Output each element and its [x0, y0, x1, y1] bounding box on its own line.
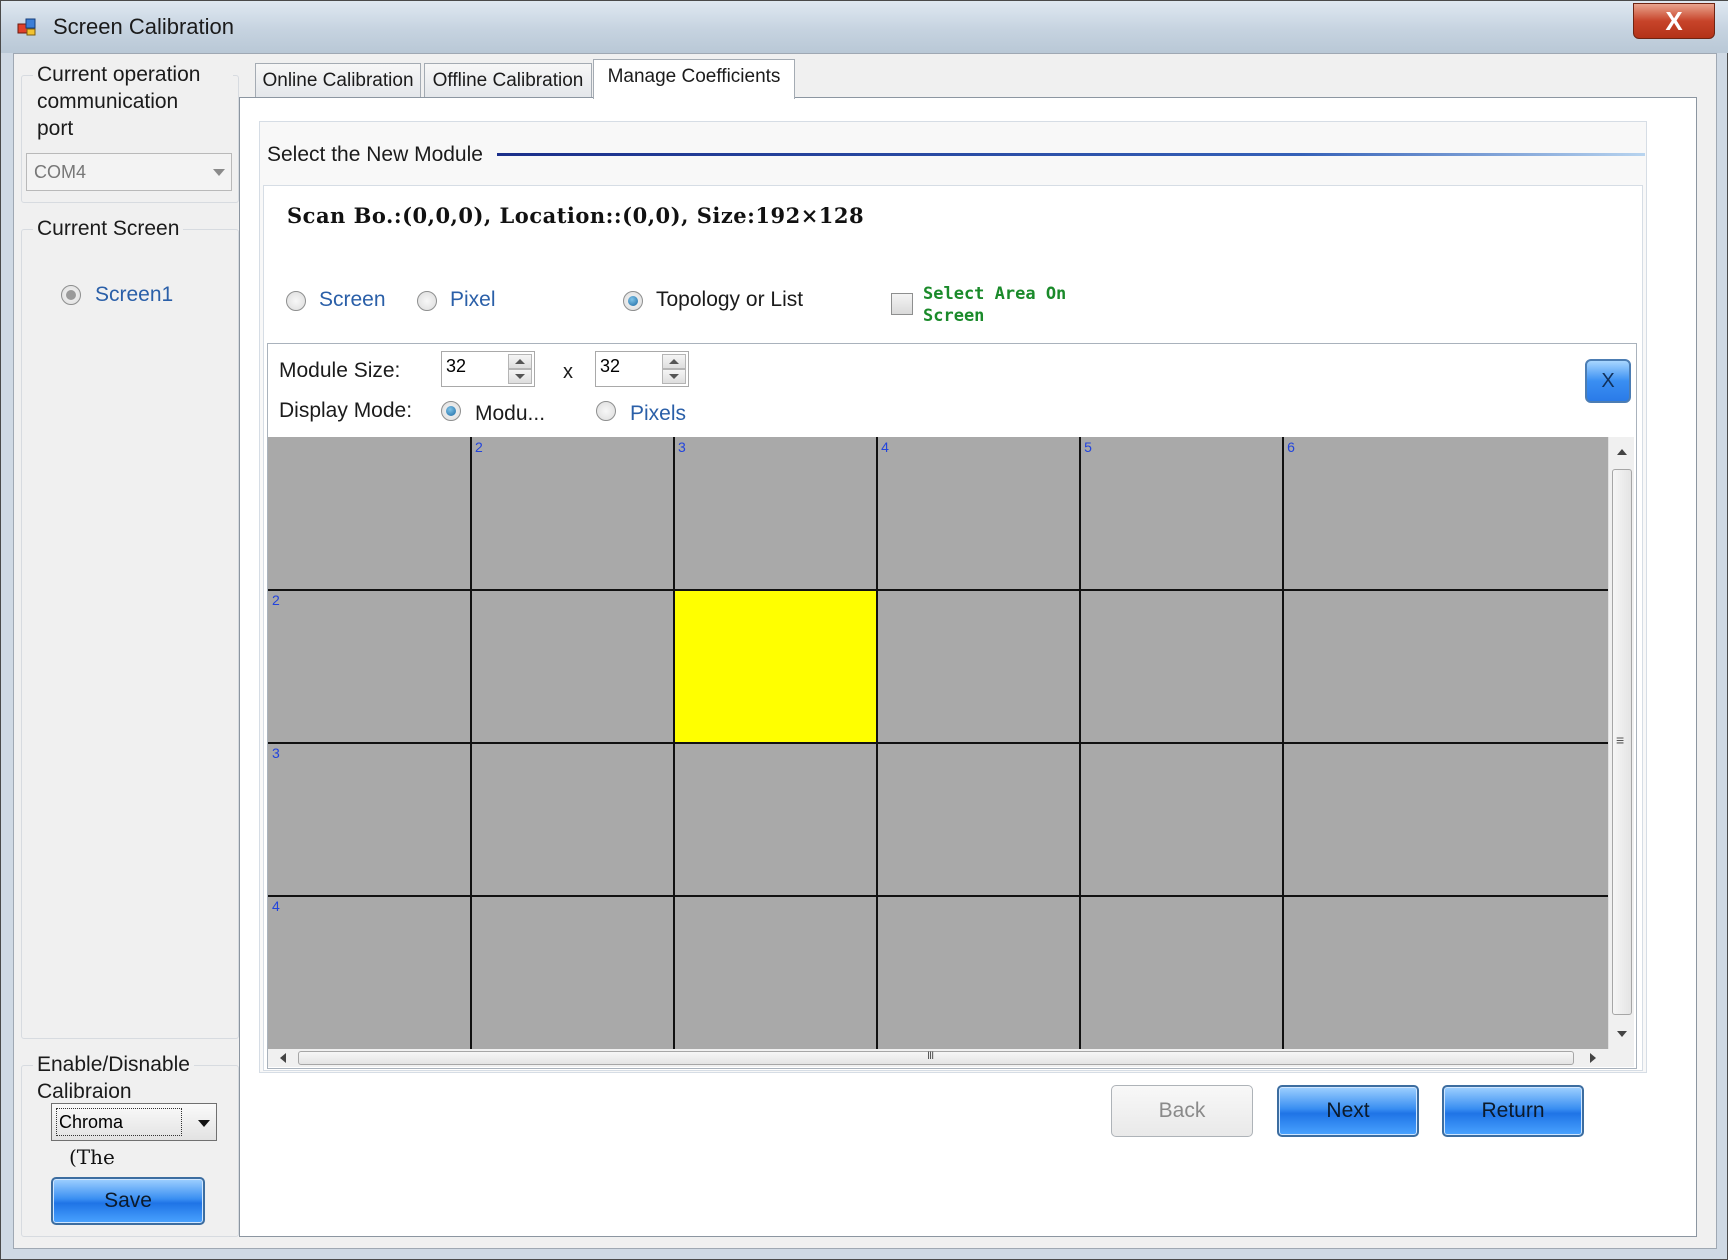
- screen-group-label: Current Screen: [33, 215, 184, 242]
- horizontal-grip-icon: III: [927, 1050, 934, 1062]
- scroll-left-icon[interactable]: [280, 1053, 286, 1063]
- grid-row-line: [268, 895, 1608, 897]
- module-info-text: Scan Bo.:(0,0,0), Location::(0,0), Size:…: [287, 203, 865, 228]
- calibration-group-label: Enable/Disnable Calibraion: [33, 1051, 194, 1105]
- pixels-mode-label[interactable]: Pixels: [630, 401, 686, 427]
- port-select-value: COM4: [34, 162, 87, 182]
- column-number: 5: [1084, 439, 1092, 455]
- screen1-radio[interactable]: [61, 285, 81, 305]
- horizontal-scroll-thumb[interactable]: III: [298, 1050, 1574, 1065]
- grid-row-line: [268, 589, 1608, 591]
- pixels-mode-radio[interactable]: [596, 401, 616, 421]
- module-mode-radio[interactable]: [441, 401, 461, 421]
- close-grid-button[interactable]: X: [1585, 359, 1631, 403]
- selected-module-cell[interactable]: [674, 590, 878, 743]
- screen1-label[interactable]: Screen1: [95, 282, 173, 308]
- module-width-value: 32: [446, 356, 467, 376]
- module-height-stepper[interactable]: 32: [595, 351, 689, 387]
- display-mode-label: Display Mode:: [279, 399, 413, 422]
- topology-option-label[interactable]: Topology or List: [656, 287, 803, 313]
- section-title: Select the New Module: [267, 143, 483, 166]
- port-group-label: Current operation communication port: [33, 61, 233, 142]
- times-label: x: [563, 361, 573, 383]
- next-button[interactable]: Next: [1277, 1085, 1419, 1137]
- scroll-up-icon[interactable]: [1617, 449, 1627, 455]
- title-bar[interactable]: Screen Calibration X: [1, 1, 1728, 53]
- back-button[interactable]: Back: [1111, 1085, 1253, 1137]
- topology-option-radio[interactable]: [623, 291, 643, 311]
- grid-row-line: [268, 742, 1608, 744]
- chevron-down-icon: [213, 169, 225, 176]
- scroll-down-icon[interactable]: [1617, 1031, 1627, 1037]
- row-number: 4: [272, 898, 280, 914]
- section-divider: [497, 153, 1645, 156]
- pixel-option-label[interactable]: Pixel: [450, 287, 496, 313]
- chevron-down-icon[interactable]: [662, 369, 686, 384]
- pixel-option-radio[interactable]: [417, 291, 437, 311]
- module-width-stepper[interactable]: 32: [441, 351, 535, 387]
- chevron-up-icon[interactable]: [662, 354, 686, 369]
- tab-online-calibration[interactable]: Online Calibration: [255, 63, 421, 99]
- module-grid[interactable]: 2 3 4 5 6 2 3 4: [268, 437, 1608, 1049]
- vertical-scroll-thumb[interactable]: ≡: [1612, 469, 1632, 1015]
- screen-option-label[interactable]: Screen: [319, 287, 386, 313]
- return-button[interactable]: Return: [1442, 1085, 1584, 1137]
- calibration-type-select[interactable]: Chroma: [51, 1103, 217, 1141]
- column-number: 6: [1287, 439, 1295, 455]
- chevron-up-icon[interactable]: [508, 354, 532, 369]
- select-area-checkbox[interactable]: [891, 293, 913, 315]
- vertical-grip-icon: ≡: [1616, 732, 1625, 748]
- module-height-value: 32: [600, 356, 621, 376]
- screen-calibration-window: Screen Calibration X Current operation c…: [0, 0, 1728, 1260]
- select-area-label[interactable]: Select Area On Screen: [923, 283, 1066, 327]
- close-window-button[interactable]: X: [1633, 3, 1715, 39]
- port-select[interactable]: COM4: [26, 153, 232, 191]
- calibration-note: (The: [69, 1145, 115, 1169]
- column-number: 3: [678, 439, 686, 455]
- column-number: 2: [475, 439, 483, 455]
- save-button[interactable]: Save: [51, 1177, 205, 1225]
- module-size-label: Module Size:: [279, 359, 401, 382]
- window-title: Screen Calibration: [53, 14, 234, 39]
- chevron-down-icon[interactable]: [508, 369, 532, 384]
- screen-option-radio[interactable]: [286, 291, 306, 311]
- column-number: 4: [881, 439, 889, 455]
- module-mode-label[interactable]: Modu...: [475, 401, 545, 427]
- horizontal-scrollbar[interactable]: III: [268, 1049, 1634, 1067]
- calibration-type-value: Chroma: [56, 1108, 182, 1136]
- tab-offline-calibration[interactable]: Offline Calibration: [424, 63, 592, 99]
- row-number: 3: [272, 745, 280, 761]
- scroll-right-icon[interactable]: [1590, 1053, 1596, 1063]
- screen-group: [21, 229, 239, 1039]
- app-icon: [17, 18, 36, 36]
- chevron-down-icon: [198, 1120, 210, 1127]
- vertical-scrollbar[interactable]: ≡: [1608, 437, 1634, 1049]
- tab-manage-coefficients[interactable]: Manage Coefficients: [593, 59, 795, 99]
- row-number: 2: [272, 592, 280, 608]
